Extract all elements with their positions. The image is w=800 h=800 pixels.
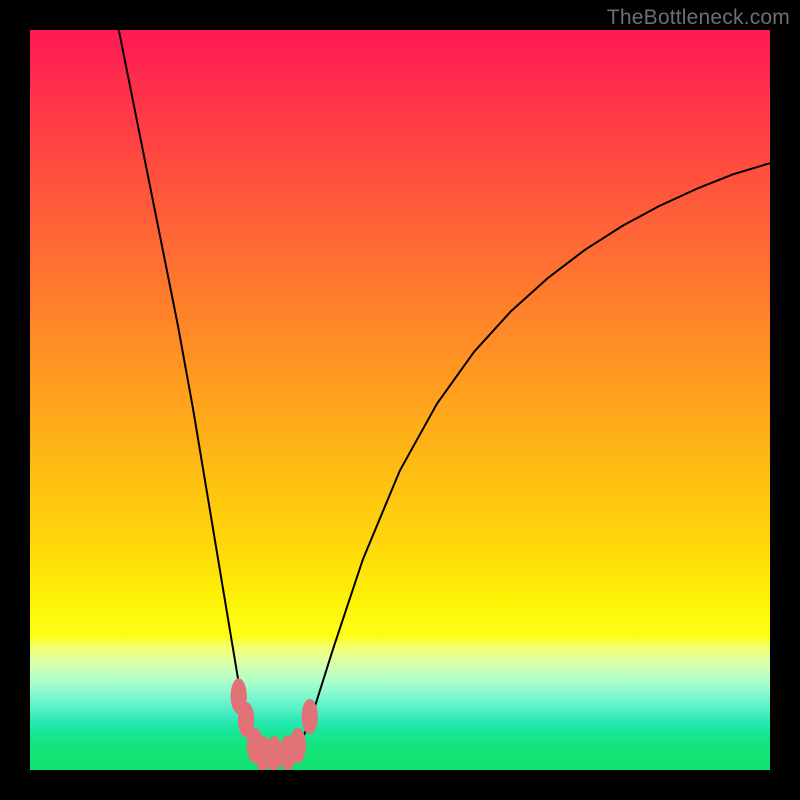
chart-frame: [30, 30, 770, 770]
marker-right-upper: [302, 699, 318, 735]
watermark-text: TheBottleneck.com: [607, 6, 790, 30]
marker-right-low: [290, 728, 306, 764]
chart-svg: [30, 30, 770, 770]
